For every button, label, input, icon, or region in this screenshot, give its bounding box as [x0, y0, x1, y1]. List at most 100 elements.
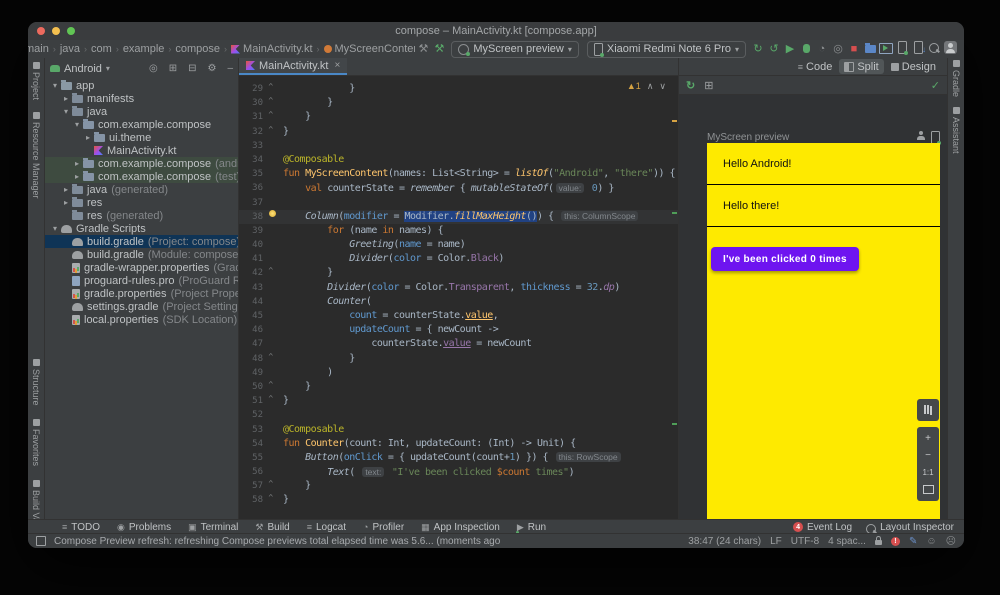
line-separator[interactable]: LF — [770, 536, 782, 547]
breadcrumb-item[interactable]: java — [59, 43, 81, 55]
code-line[interactable]: 49 ) — [239, 366, 678, 380]
tree-row[interactable]: proguard-rules.pro(ProGuard Rules for ap… — [45, 274, 238, 287]
pan-tool-button[interactable] — [917, 399, 939, 421]
tree-row[interactable]: ▾java — [45, 105, 238, 118]
tree-row[interactable]: settings.gradle(Project Settings) — [45, 300, 238, 313]
attach-debugger-icon[interactable]: ◎ — [830, 41, 846, 57]
apply-changes-icon[interactable]: ↻ — [750, 41, 766, 57]
fold-marker-icon[interactable]: ^ — [263, 125, 278, 139]
mode-split[interactable]: Split — [839, 59, 883, 74]
fold-marker-icon[interactable] — [263, 465, 278, 479]
code-line[interactable]: 48^ } — [239, 352, 678, 366]
fold-marker-icon[interactable] — [263, 252, 278, 266]
inspection-widget[interactable]: ▲1 ∧ ∨ — [627, 79, 666, 93]
fold-marker-icon[interactable] — [263, 238, 278, 252]
fold-marker-icon[interactable] — [263, 366, 278, 380]
code-line[interactable]: 32^} — [239, 125, 678, 139]
tool-window-button-problems[interactable]: ◉Problems — [117, 522, 171, 533]
device-manager-icon[interactable] — [894, 40, 910, 59]
breadcrumb-item[interactable]: MainActivity.kt — [230, 43, 313, 55]
breadcrumb-item[interactable]: compose — [174, 43, 221, 55]
fold-marker-icon[interactable]: ^ — [263, 394, 278, 408]
locate-file-icon[interactable]: ◎ — [149, 63, 158, 74]
sdk-manager-icon[interactable]: ↓ — [910, 40, 926, 59]
code-line[interactable]: 52 — [239, 408, 678, 422]
tool-window-button-build[interactable]: ⚒Build — [255, 522, 289, 533]
tool-window-switcher-icon[interactable] — [36, 536, 46, 546]
button-event-log[interactable]: 4Event Log — [793, 521, 852, 534]
stop-icon[interactable]: ■ — [846, 41, 862, 57]
device-file-explorer-icon[interactable] — [862, 41, 878, 58]
fold-marker-icon[interactable] — [263, 423, 278, 437]
sad-feedback-icon[interactable]: ☹ — [946, 536, 956, 547]
tree-row[interactable]: ▸com.example.compose(test) — [45, 170, 238, 183]
zoom-fit-button[interactable] — [917, 481, 939, 498]
tab-mainactivity[interactable]: MainActivity.kt × — [239, 58, 347, 75]
project-view-select[interactable]: Android — [64, 63, 102, 75]
zoom-actual-button[interactable]: 1:1 — [917, 464, 939, 481]
tree-row[interactable]: ▾com.example.compose — [45, 118, 238, 131]
code-line[interactable]: 42^ } — [239, 266, 678, 280]
run-configuration-select[interactable]: MyScreen preview ▾ — [451, 41, 579, 58]
interactive-mode-icon[interactable] — [917, 131, 925, 140]
refresh-preview-icon[interactable]: ↻ — [686, 79, 695, 92]
tool-window-button-run[interactable]: ▶Run — [517, 522, 546, 533]
code-line[interactable]: 51^} — [239, 394, 678, 408]
change-stripe-mark[interactable] — [672, 423, 677, 425]
fold-marker-icon[interactable]: ^ — [263, 493, 278, 507]
zoom-in-button[interactable]: + — [917, 430, 939, 447]
fold-marker-icon[interactable] — [263, 181, 278, 195]
fold-marker-icon[interactable] — [263, 451, 278, 465]
code-line[interactable]: 33 — [239, 139, 678, 153]
counter-button[interactable]: I've been clicked 0 times — [711, 247, 859, 271]
device-select[interactable]: Xiaomi Redmi Note 6 Pro ▾ — [587, 41, 746, 58]
unlock-icon[interactable] — [875, 540, 882, 545]
settings-gear-icon[interactable]: ⚙ — [207, 63, 216, 74]
tool-window-button-profiler[interactable]: ◔Profiler — [363, 522, 404, 533]
breadcrumb-item[interactable]: main — [28, 43, 50, 55]
search-everywhere-icon[interactable] — [926, 40, 942, 58]
fold-marker-icon[interactable] — [263, 139, 278, 153]
tool-window-button-structure[interactable]: Structure — [31, 359, 41, 406]
caret-position[interactable]: 38:47 (24 chars) — [688, 536, 761, 547]
fold-marker-icon[interactable] — [263, 224, 278, 238]
fold-marker-icon[interactable]: ^ — [263, 110, 278, 124]
fold-marker-icon[interactable] — [263, 281, 278, 295]
debug-icon[interactable] — [798, 41, 814, 58]
intention-bulb-icon[interactable] — [269, 210, 276, 217]
tree-row[interactable]: ▸java(generated) — [45, 183, 238, 196]
tree-row[interactable]: ▸manifests — [45, 92, 238, 105]
code-line[interactable]: 36 val counterState = remember { mutable… — [239, 181, 678, 195]
zoom-window-button[interactable] — [67, 27, 75, 35]
warning-stripe-mark[interactable] — [672, 120, 677, 122]
fold-marker-icon[interactable]: ^ — [263, 479, 278, 493]
tool-window-button-logcat[interactable]: ≡Logcat — [307, 522, 346, 533]
code-line[interactable]: 35fun MyScreenContent(names: List<String… — [239, 167, 678, 181]
code-line[interactable]: 53@Composable — [239, 423, 678, 437]
minimize-window-button[interactable] — [52, 27, 60, 35]
code-line[interactable]: 45 count = counterState.value, — [239, 309, 678, 323]
profile-icon[interactable]: ◔ — [814, 41, 830, 57]
code-line[interactable]: 58^} — [239, 493, 678, 507]
code-line[interactable]: 47 counterState.value = newCount — [239, 337, 678, 351]
code-line[interactable]: 56 Text( text: "I've been clicked $count… — [239, 465, 678, 479]
code-line[interactable]: 41 Divider(color = Color.Black) — [239, 252, 678, 266]
file-encoding[interactable]: UTF-8 — [791, 536, 819, 547]
fold-marker-icon[interactable] — [263, 210, 278, 224]
fold-marker-icon[interactable]: ^ — [263, 352, 278, 366]
mode-code[interactable]: ≡Code — [793, 59, 838, 74]
code-line[interactable]: 44 Counter( — [239, 295, 678, 309]
code-line[interactable]: 40 Greeting(name = name) — [239, 238, 678, 252]
code-line[interactable]: 50^ } — [239, 380, 678, 394]
tool-window-button-project[interactable]: Project — [31, 62, 41, 100]
indent-setting[interactable]: 4 spac... — [828, 536, 866, 547]
code-line[interactable]: 46 updateCount = { newCount -> — [239, 323, 678, 337]
tree-row[interactable]: ▸ui.theme — [45, 131, 238, 144]
close-tab-icon[interactable]: × — [334, 60, 340, 71]
run-icon[interactable]: ▶ — [782, 41, 798, 57]
fold-marker-icon[interactable] — [263, 309, 278, 323]
fold-marker-icon[interactable] — [263, 323, 278, 337]
fold-marker-icon[interactable] — [263, 153, 278, 167]
expand-all-icon[interactable]: ⊞ — [169, 63, 177, 74]
code-analysis-icon[interactable]: ✎ — [909, 536, 917, 547]
